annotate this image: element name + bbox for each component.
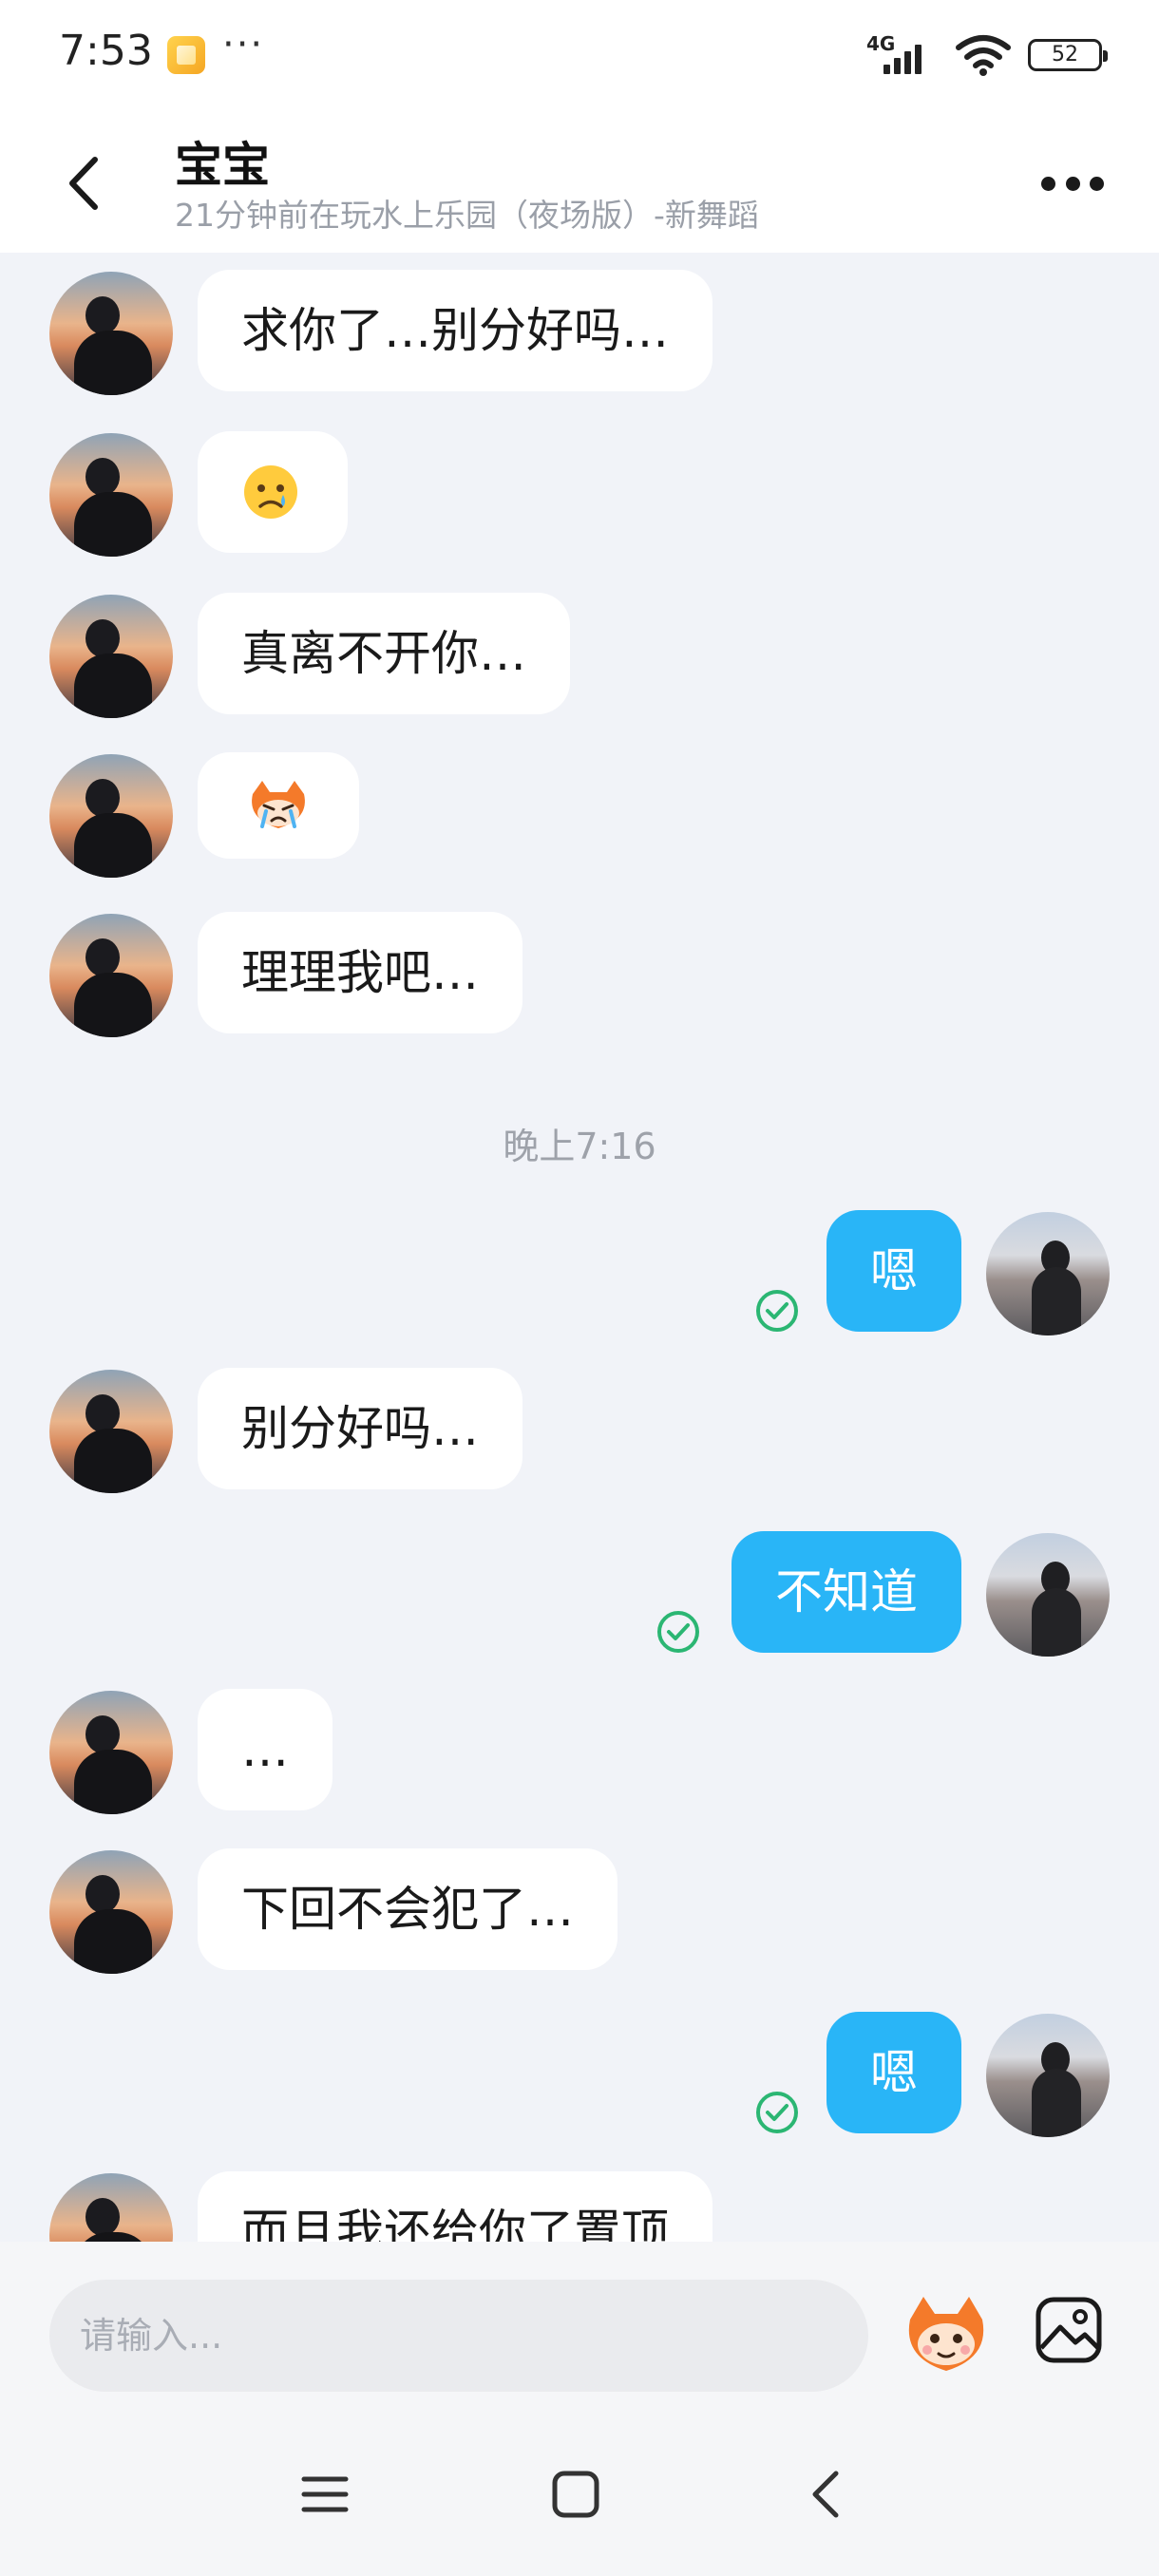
- system-nav-bar: [0, 2413, 1159, 2576]
- read-check-icon: [756, 2092, 798, 2133]
- sticker-mascot-icon[interactable]: [901, 2287, 992, 2378]
- incoming-message[interactable]: 而且我还给你了置顶: [198, 2171, 712, 2242]
- image-picker-icon[interactable]: [1034, 2295, 1104, 2365]
- incoming-message[interactable]: 别分好吗…: [198, 1368, 522, 1489]
- my-avatar[interactable]: [986, 1533, 1110, 1657]
- home-icon[interactable]: [547, 2466, 604, 2523]
- status-bar: 7:53 ··· 4G 52: [0, 0, 1159, 112]
- contact-name[interactable]: 宝宝: [175, 127, 270, 196]
- crying-mascot-sticker-icon: [252, 781, 305, 828]
- contact-status: 21分钟前在玩水上乐园（夜场版）-新舞蹈: [175, 197, 759, 234]
- outgoing-message[interactable]: 嗯: [826, 2012, 961, 2133]
- message-input[interactable]: 请输入...: [49, 2280, 868, 2392]
- cellular-signal-icon: 4G: [866, 32, 939, 76]
- message-timestamp: 晚上7:16: [503, 1126, 656, 1167]
- cry-emoji-icon: [244, 465, 297, 519]
- incoming-message[interactable]: 求你了…别分好吗…: [198, 270, 712, 391]
- incoming-sticker-message[interactable]: [198, 752, 359, 859]
- incoming-message[interactable]: 理理我吧…: [198, 912, 522, 1033]
- status-more-indicator: ···: [222, 23, 265, 66]
- contact-avatar[interactable]: [49, 1370, 173, 1493]
- menu-icon[interactable]: [296, 2466, 353, 2523]
- read-check-icon: [657, 1611, 699, 1653]
- contact-avatar[interactable]: [49, 1691, 173, 1814]
- outgoing-message[interactable]: 不知道: [732, 1531, 961, 1653]
- battery-icon: 52: [1028, 39, 1108, 71]
- contact-avatar[interactable]: [49, 595, 173, 718]
- notes-app-icon: [167, 36, 205, 74]
- contact-avatar[interactable]: [49, 754, 173, 878]
- incoming-message[interactable]: …: [198, 1689, 332, 1810]
- my-avatar[interactable]: [986, 1212, 1110, 1335]
- wifi-icon: [956, 35, 1011, 76]
- contact-avatar[interactable]: [49, 914, 173, 1037]
- incoming-message[interactable]: 真离不开你…: [198, 593, 570, 714]
- incoming-message[interactable]: 下回不会犯了…: [198, 1848, 618, 1970]
- read-check-icon: [756, 1290, 798, 1332]
- my-avatar[interactable]: [986, 2014, 1110, 2137]
- outgoing-message[interactable]: 嗯: [826, 1210, 961, 1332]
- contact-avatar[interactable]: [49, 1850, 173, 1974]
- chat-header: 宝宝 21分钟前在玩水上乐园（夜场版）-新舞蹈: [0, 112, 1159, 253]
- status-icons: 4G 52: [866, 32, 1108, 76]
- back-nav-icon[interactable]: [798, 2466, 855, 2523]
- status-time: 7:53: [59, 27, 153, 75]
- more-options-icon[interactable]: [1041, 160, 1104, 207]
- back-arrow-icon[interactable]: [55, 150, 112, 217]
- message-list[interactable]: 求你了…别分好吗… 真离不开你… 理理我吧… 晚上7:16 嗯 别分好吗… 不知…: [0, 253, 1159, 2242]
- input-bar: 请输入...: [0, 2242, 1159, 2413]
- contact-avatar[interactable]: [49, 2173, 173, 2242]
- contact-avatar[interactable]: [49, 272, 173, 395]
- incoming-emoji-message[interactable]: [198, 431, 348, 553]
- contact-avatar[interactable]: [49, 433, 173, 557]
